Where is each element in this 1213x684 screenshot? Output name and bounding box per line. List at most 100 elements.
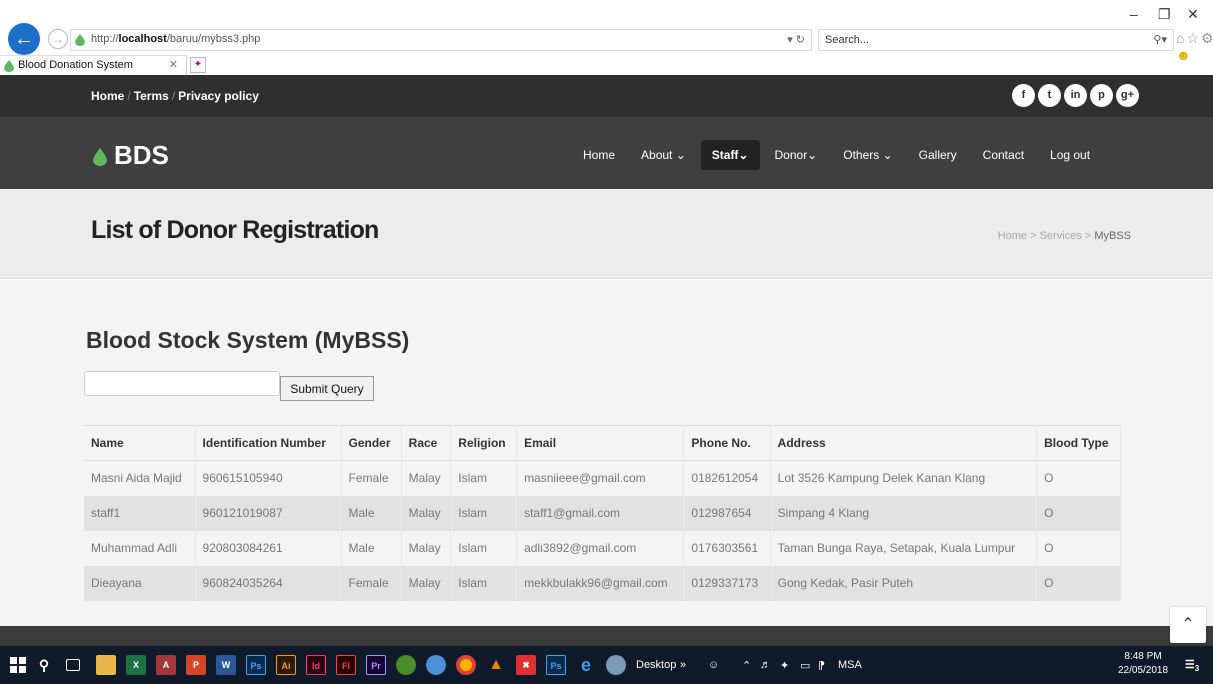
column-header: Phone No. xyxy=(683,425,771,461)
nav-gallery[interactable]: Gallery xyxy=(908,140,968,170)
browser-search[interactable]: ⚲▾ xyxy=(818,29,1174,51)
nav-donor[interactable]: Donor⌄ xyxy=(764,140,829,170)
refresh-icon[interactable]: ▾ ↻ xyxy=(787,33,805,46)
site-logo[interactable]: BDS xyxy=(93,140,169,171)
donor-table: Name Identification Number Gender Race Relig… xyxy=(84,425,1121,601)
close-icon[interactable]: ✕ xyxy=(1187,6,1199,23)
browser-chrome: – ❐ ✕ ← → http://localhost/baruu/mybss3.… xyxy=(0,0,1213,75)
nav-staff[interactable]: Staff⌄ xyxy=(700,140,760,170)
address-bar[interactable]: http://localhost/baruu/mybss3.php ▾ ↻ xyxy=(70,29,812,51)
breadcrumb: Home > Services > MyBSS xyxy=(997,230,1131,242)
linkedin-icon[interactable]: in xyxy=(1064,84,1087,107)
nav-logout[interactable]: Log out xyxy=(1039,140,1101,170)
windows-start-icon[interactable] xyxy=(10,657,26,673)
pinterest-icon[interactable]: p xyxy=(1090,84,1113,107)
desktop-toolbar[interactable]: Desktop xyxy=(636,659,676,671)
file-explorer-icon[interactable] xyxy=(96,655,116,675)
nav-home[interactable]: Home xyxy=(572,140,626,170)
scroll-to-top-button[interactable]: ⌃ xyxy=(1170,607,1206,643)
twitter-icon[interactable]: t xyxy=(1038,84,1061,107)
table-cell: Islam xyxy=(450,460,518,496)
column-header: Religion xyxy=(450,425,518,461)
chevron-right-icon[interactable]: » xyxy=(680,659,686,671)
internet-explorer-icon[interactable]: e xyxy=(576,655,596,675)
app-icon[interactable] xyxy=(426,655,446,675)
table-row: Muhammad Adli 920803084261 Male Malay Islam a… xyxy=(84,530,1121,566)
photoshop-icon[interactable]: Ps xyxy=(546,655,566,675)
search-icon[interactable]: ⚲▾ xyxy=(1153,33,1167,46)
indesign-icon[interactable]: Id xyxy=(306,655,326,675)
url-text: http://localhost/baruu/mybss3.php xyxy=(91,33,261,45)
task-view-icon[interactable] xyxy=(66,659,80,671)
nav-others[interactable]: Others ⌄ xyxy=(832,140,903,170)
table-cell: O xyxy=(1036,460,1121,496)
table-cell: Female xyxy=(341,460,402,496)
word-icon[interactable]: W xyxy=(216,655,236,675)
language-indicator[interactable]: MSA xyxy=(838,659,862,671)
site-header: BDS Home About ⌄ Staff⌄ Donor⌄ Others ⌄ … xyxy=(0,117,1213,189)
social-icons: f t in p g+ xyxy=(1012,84,1139,107)
top-link-home[interactable]: Home xyxy=(91,89,124,103)
app-icon[interactable] xyxy=(396,655,416,675)
column-header: Gender xyxy=(341,425,402,461)
breadcrumb-services[interactable]: Services xyxy=(1040,230,1082,242)
column-header: Identification Number xyxy=(195,425,342,461)
table-cell: O xyxy=(1036,565,1121,601)
search-icon[interactable]: ⚲ xyxy=(34,655,54,675)
premiere-icon[interactable]: Pr xyxy=(366,655,386,675)
top-links: Home / Terms / Privacy policy xyxy=(91,89,259,103)
table-cell: 012987654 xyxy=(683,495,771,531)
powerpoint-icon[interactable]: P xyxy=(186,655,206,675)
forward-arrow-icon[interactable]: → xyxy=(48,29,68,49)
breadcrumb-home[interactable]: Home xyxy=(998,230,1027,242)
toolbar-icons[interactable]: ⌂☆⚙☻ xyxy=(1176,30,1213,63)
table-row: Dieayana 960824035264 Female Malay Islam mekk… xyxy=(84,565,1121,601)
submit-query-button[interactable]: Submit Query xyxy=(280,376,374,401)
footer-band xyxy=(0,626,1213,646)
column-header: Email xyxy=(516,425,685,461)
back-arrow-icon[interactable]: ← xyxy=(8,23,40,55)
restore-icon[interactable]: ❐ xyxy=(1158,6,1171,23)
facebook-icon[interactable]: f xyxy=(1012,84,1035,107)
chevron-up-icon[interactable]: ⌃ xyxy=(742,659,751,672)
chrome-icon[interactable] xyxy=(456,655,476,675)
table-cell: 0129337173 xyxy=(683,565,771,601)
column-header: Name xyxy=(84,425,196,461)
volume-icon[interactable]: ♬ xyxy=(760,659,771,671)
new-tab-icon[interactable]: ✦ xyxy=(190,57,206,73)
notification-icon[interactable]: ☰3 xyxy=(1182,655,1202,675)
xampp-icon[interactable]: ✖ xyxy=(516,655,536,675)
app-icon[interactable] xyxy=(606,655,626,675)
logo-text: BDS xyxy=(114,140,169,170)
top-link-privacy[interactable]: Privacy policy xyxy=(178,89,259,103)
nav-about[interactable]: About ⌄ xyxy=(630,140,697,170)
nav-contact[interactable]: Contact xyxy=(972,140,1035,170)
title-band: List of Donor Registration Home > Servic… xyxy=(0,189,1213,279)
minimize-icon[interactable]: – xyxy=(1130,6,1138,22)
access-icon[interactable]: A xyxy=(156,655,176,675)
battery-icon[interactable]: ▭ xyxy=(800,659,810,672)
wifi-icon[interactable]: ⁋ xyxy=(818,659,825,672)
browser-tab[interactable]: Blood Donation System ✕ xyxy=(0,55,187,75)
column-header: Blood Type xyxy=(1036,425,1121,461)
table-cell: Simpang 4 Klang xyxy=(770,495,1038,531)
flash-icon[interactable]: Fl xyxy=(336,655,356,675)
top-link-terms[interactable]: Terms xyxy=(134,89,169,103)
smiley-icon[interactable]: ☻ xyxy=(1176,47,1193,63)
table-cell: Gong Kedak, Pasir Puteh xyxy=(770,565,1038,601)
photoshop-icon[interactable]: Ps xyxy=(246,655,266,675)
google-plus-icon[interactable]: g+ xyxy=(1116,84,1139,107)
taskbar-clock[interactable]: 8:48 PM 22/05/2018 xyxy=(1118,650,1168,678)
query-input[interactable] xyxy=(84,371,280,396)
table-cell: Masni Aida Majid xyxy=(84,460,196,496)
table-cell: Male xyxy=(341,530,402,566)
people-icon[interactable]: ☺ xyxy=(708,659,719,671)
table-cell: Islam xyxy=(450,530,518,566)
vlc-icon[interactable]: ▲ xyxy=(486,655,506,675)
browser-search-input[interactable] xyxy=(819,30,1119,50)
excel-icon[interactable]: X xyxy=(126,655,146,675)
dropbox-icon[interactable]: ✦ xyxy=(780,659,789,672)
table-cell: Malay xyxy=(401,530,452,566)
illustrator-icon[interactable]: Ai xyxy=(276,655,296,675)
tab-close-icon[interactable]: ✕ xyxy=(169,56,178,74)
